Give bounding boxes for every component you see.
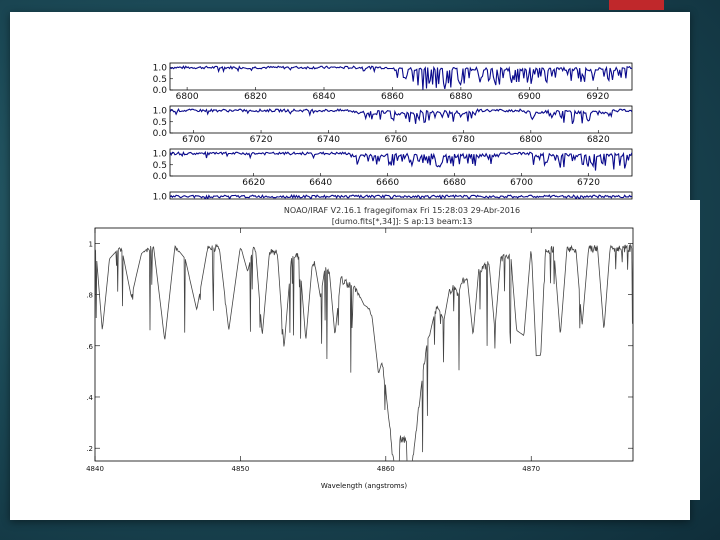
panel-3: 1.00.50.0 6620 6640 6660 6680 6700 6720 xyxy=(153,148,633,188)
x-tick-label: 6660 xyxy=(376,178,399,188)
spectrum-header-line-1: NOAO/IRAF V2.16.1 fragegifomax Fri 15:28… xyxy=(284,206,520,215)
x-tick-label: 4860 xyxy=(377,465,395,473)
y-tick-label: .6 xyxy=(86,343,93,351)
x-tick-label: 6700 xyxy=(182,135,205,145)
hbeta-spectrum-chart: 1 .8 .6 .4 .2 4840 4850 4860 4870 Wavelength (an… xyxy=(78,226,642,500)
y-tick-label: 0.0 xyxy=(153,86,168,96)
x-tick-label: 6620 xyxy=(242,178,265,188)
y-tick-label: 1.0 xyxy=(153,107,168,117)
y-tick-label: 1.0 xyxy=(153,150,168,160)
x-tick-label: 6720 xyxy=(250,135,273,145)
x-tick-label: 6760 xyxy=(384,135,407,145)
y-tick-label: 1.0 xyxy=(153,64,168,74)
image-edge xyxy=(690,200,700,500)
x-tick-label: 4850 xyxy=(231,465,249,473)
panel-1: 1.00.50.0 6800 6820 6840 6860 6880 6900 6920 xyxy=(153,62,633,102)
y-tick-label: 0.0 xyxy=(153,172,168,182)
spectrum-line xyxy=(170,107,632,125)
x-tick-label: 6720 xyxy=(577,178,600,188)
y-tick-label: .8 xyxy=(86,292,93,300)
panel-4: 1.0 xyxy=(153,191,633,203)
y-tick-label: .4 xyxy=(86,394,93,402)
x-tick-label: 6800 xyxy=(176,92,199,102)
y-tick-label: 0.5 xyxy=(153,118,167,128)
y-tick-label: 0.5 xyxy=(153,161,167,171)
echelle-spectrum-chart: 1.00.50.06800 6820 6840 6860 6880 6900 69201.0… xyxy=(153,62,633,226)
accent-tab xyxy=(609,0,664,10)
y-tick-label: 0.0 xyxy=(153,129,168,139)
x-tick-label: 6900 xyxy=(518,92,541,102)
panel-2: 1.00.50.0 6700 6720 6740 6760 6780 6800 6820 xyxy=(153,105,633,145)
y-tick-label: 1.0 xyxy=(153,193,168,203)
spectrum-line xyxy=(170,150,632,171)
x-tick-label: 4870 xyxy=(522,465,540,473)
x-tick-label: 6860 xyxy=(381,92,404,102)
x-tick-label: 6820 xyxy=(587,135,610,145)
y-tick-label: 1 xyxy=(89,240,93,248)
x-tick-label: 6840 xyxy=(313,92,336,102)
x-tick-label: 6920 xyxy=(586,92,609,102)
spectrum-header-line-2: [dumo.fits[*,34]]: S ap:13 beam:13 xyxy=(332,217,473,226)
x-tick-label: 6880 xyxy=(449,92,472,102)
x-tick-label: 6680 xyxy=(443,178,466,188)
x-tick-label: 6800 xyxy=(519,135,542,145)
spectrum-line xyxy=(170,65,632,90)
x-tick-label: 6740 xyxy=(317,135,340,145)
y-tick-label: 0.5 xyxy=(153,75,167,85)
x-tick-label: 6640 xyxy=(309,178,332,188)
x-axis-label: Wavelength (angstroms) xyxy=(321,482,408,490)
x-tick-label: 6820 xyxy=(244,92,267,102)
bottom-chart-background xyxy=(78,226,642,500)
y-tick-label: .2 xyxy=(86,445,93,453)
x-tick-label: 6780 xyxy=(452,135,475,145)
x-tick-label: 4840 xyxy=(86,465,104,473)
panel-frame xyxy=(169,105,633,134)
spectrum-line xyxy=(170,193,632,199)
x-tick-label: 6700 xyxy=(510,178,533,188)
